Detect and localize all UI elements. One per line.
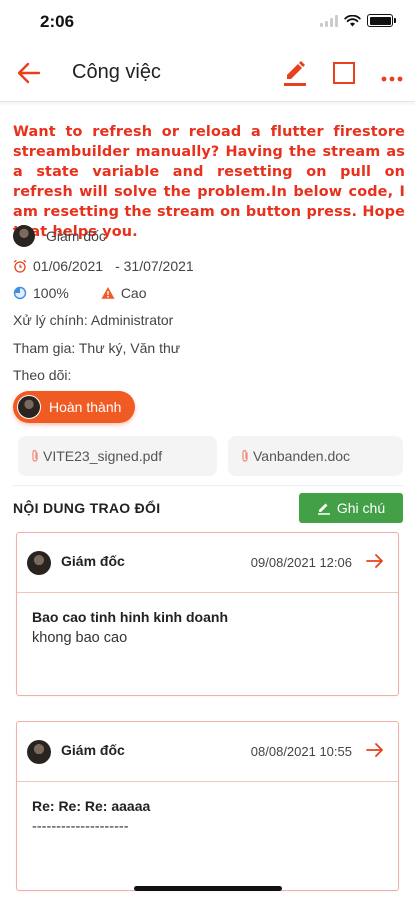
battery-icon	[367, 14, 396, 27]
page-title: Công việc	[72, 61, 161, 83]
comment-body: Re: Re: Re: aaaaa --------------------	[17, 782, 398, 851]
progress-row: 100% Cao	[13, 285, 147, 301]
comment-card[interactable]: Giám đốc 09/08/2021 12:06 Bao cao tinh h…	[16, 532, 399, 696]
status-button[interactable]: Hoàn thành	[13, 391, 136, 423]
progress-icon	[13, 286, 27, 300]
start-date: 01/06/2021	[33, 258, 104, 274]
square-icon[interactable]	[333, 62, 355, 84]
progress-value: 100%	[33, 285, 69, 301]
avatar	[13, 225, 35, 247]
avatar	[27, 551, 51, 575]
main-handler: Xử lý chính: Administrator	[13, 312, 174, 328]
wifi-icon	[344, 14, 361, 27]
more-button[interactable]	[380, 70, 404, 82]
pencil-icon	[317, 503, 330, 515]
attachment-item[interactable]: VITE23_signed.pdf	[18, 436, 217, 476]
edit-button[interactable]	[282, 60, 308, 88]
priority-value: Cao	[120, 285, 147, 301]
status-time: 2:06	[40, 12, 75, 31]
avatar	[17, 395, 41, 419]
comment-subject: Re: Re: Re: aaaaa	[32, 798, 151, 814]
arrow-left-icon	[17, 62, 41, 84]
comment-author: Giám đốc	[61, 553, 125, 569]
creator-row: Giám đốc	[13, 225, 106, 247]
divider	[13, 485, 403, 486]
comment-header: Giám đốc 09/08/2021 12:06	[17, 533, 398, 593]
warning-icon	[101, 287, 115, 299]
signal-icon	[320, 14, 338, 27]
comment-card[interactable]: Giám đốc 08/08/2021 10:55 Re: Re: Re: aa…	[16, 721, 399, 891]
status-bar: 2:06	[0, 0, 415, 44]
section-title: NỘI DUNG TRAO ĐỔI	[13, 500, 161, 516]
status-icons	[320, 14, 396, 27]
comment-time: 09/08/2021 12:06	[250, 555, 352, 570]
note-button-label: Ghi chú	[336, 500, 386, 516]
arrow-right-icon[interactable]	[366, 553, 384, 569]
comment-author: Giám đốc	[61, 742, 125, 758]
more-horizontal-icon	[381, 76, 403, 82]
paperclip-icon	[242, 449, 248, 462]
followers-label: Theo dõi:	[13, 367, 72, 383]
task-title: Want to refresh or reload a flutter fire…	[13, 124, 405, 240]
attachment-name: VITE23_signed.pdf	[43, 448, 163, 464]
paperclip-icon	[32, 449, 38, 462]
attachment-name: Vanbanden.doc	[253, 448, 351, 464]
attachment-item[interactable]: Vanbanden.doc	[228, 436, 403, 476]
date-row: 01/06/2021 - 31/07/2021	[13, 258, 194, 274]
avatar	[27, 740, 51, 764]
comment-body: Bao cao tinh hinh kinh doanh khong bao c…	[17, 593, 398, 662]
arrow-right-icon[interactable]	[366, 742, 384, 758]
end-date: - 31/07/2021	[115, 258, 194, 274]
creator-name: Giám đốc	[46, 228, 106, 244]
status-label: Hoàn thành	[49, 399, 122, 415]
pencil-icon	[284, 61, 306, 86]
comment-subject: Bao cao tinh hinh kinh doanh	[32, 609, 228, 625]
participants: Tham gia: Thư ký, Văn thư	[13, 340, 181, 356]
app-bar: Công việc	[0, 44, 415, 102]
alarm-clock-icon	[13, 259, 27, 273]
comment-header: Giám đốc 08/08/2021 10:55	[17, 722, 398, 782]
back-button[interactable]	[16, 61, 42, 85]
comment-text: --------------------	[32, 819, 129, 835]
home-indicator[interactable]	[134, 886, 282, 891]
comment-time: 08/08/2021 10:55	[250, 744, 352, 759]
comment-text: khong bao cao	[32, 630, 128, 646]
add-note-button[interactable]: Ghi chú	[299, 493, 403, 523]
